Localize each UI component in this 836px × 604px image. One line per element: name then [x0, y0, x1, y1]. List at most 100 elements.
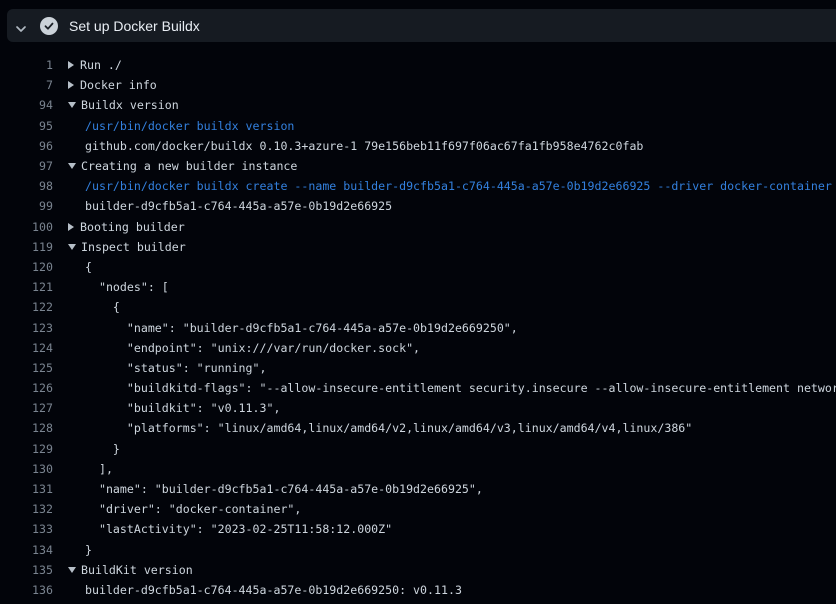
line-number[interactable]: 130	[0, 462, 53, 476]
line-number[interactable]: 125	[0, 361, 53, 375]
log-group-toggle[interactable]: Booting builder	[68, 220, 185, 234]
log-command-text: /usr/bin/docker buildx create --name bui…	[85, 179, 832, 193]
log-group-toggle[interactable]: Buildx version	[68, 98, 179, 112]
log-command-text: /usr/bin/docker buildx version	[85, 119, 294, 133]
line-number[interactable]: 127	[0, 401, 53, 415]
log-output-text: "platforms": "linux/amd64,linux/amd64/v2…	[85, 421, 692, 435]
log-group-row: 7 Docker info	[0, 75, 836, 95]
log-output-text: builder-d9cfb5a1-c764-445a-a57e-0b19d2e6…	[85, 199, 392, 213]
triangle-right-icon	[68, 223, 74, 231]
log-line-row: 95/usr/bin/docker buildx version	[0, 116, 836, 136]
line-number[interactable]: 95	[0, 119, 53, 133]
log-lines: 1 Run ./ 7 Docker info 94 Buildx version 95/us…	[0, 55, 836, 600]
log-group-toggle[interactable]: Run ./	[68, 58, 122, 72]
log-group-row: 119 Inspect builder	[0, 237, 836, 257]
log-output-text: "buildkit": "v0.11.3",	[85, 401, 280, 415]
line-number[interactable]: 96	[0, 139, 53, 153]
line-number[interactable]: 124	[0, 341, 53, 355]
log-group-title: Buildx version	[81, 98, 179, 112]
line-number[interactable]: 131	[0, 482, 53, 496]
log-group-title: Docker info	[80, 78, 157, 92]
log-line-row: 133 "lastActivity": "2023-02-25T11:58:12…	[0, 519, 836, 539]
log-output-text: "driver": "docker-container",	[85, 502, 301, 516]
log-group-title: Run ./	[80, 58, 122, 72]
log-output-text: }	[85, 543, 92, 557]
line-number[interactable]: 134	[0, 543, 53, 557]
log-line-row: 132 "driver": "docker-container",	[0, 499, 836, 519]
log-output-text: {	[85, 300, 120, 314]
log-group-title: Booting builder	[80, 220, 185, 234]
step-header[interactable]: Set up Docker Buildx	[7, 9, 836, 42]
line-number[interactable]: 126	[0, 381, 53, 395]
line-number[interactable]: 1	[0, 58, 53, 72]
log-line-row: 125 "status": "running",	[0, 358, 836, 378]
log-line-row: 124 "endpoint": "unix:///var/run/docker.…	[0, 338, 836, 358]
log-line-row: 128 "platforms": "linux/amd64,linux/amd6…	[0, 418, 836, 438]
log-group-row: 94 Buildx version	[0, 95, 836, 115]
line-number[interactable]: 133	[0, 522, 53, 536]
log-group-row: 97 Creating a new builder instance	[0, 156, 836, 176]
log-line-row: 130 ],	[0, 459, 836, 479]
line-number[interactable]: 99	[0, 199, 53, 213]
log-line-row: 129 }	[0, 439, 836, 459]
line-number[interactable]: 100	[0, 220, 53, 234]
log-output-text: "nodes": [	[85, 280, 169, 294]
log-group-toggle[interactable]: Docker info	[68, 78, 157, 92]
line-number[interactable]: 135	[0, 563, 53, 577]
log-line-row: 134}	[0, 540, 836, 560]
line-number[interactable]: 129	[0, 442, 53, 456]
check-circle-icon	[40, 17, 58, 35]
log-group-toggle[interactable]: BuildKit version	[68, 563, 193, 577]
line-number[interactable]: 7	[0, 78, 53, 92]
line-number[interactable]: 122	[0, 300, 53, 314]
log-output-text: "lastActivity": "2023-02-25T11:58:12.000…	[85, 522, 392, 536]
log-line-row: 98/usr/bin/docker buildx create --name b…	[0, 176, 836, 196]
step-title: Set up Docker Buildx	[69, 18, 200, 34]
log-group-toggle[interactable]: Inspect builder	[68, 240, 186, 254]
log-line-row: 120 {	[0, 257, 836, 277]
log-line-row: 122 {	[0, 297, 836, 317]
triangle-down-icon	[68, 102, 76, 108]
line-number[interactable]: 120	[0, 260, 53, 274]
log-line-row: 99 builder-d9cfb5a1-c764-445a-a57e-0b19d2…	[0, 196, 836, 216]
log-output-text: "name": "builder-d9cfb5a1-c764-445a-a57e…	[85, 482, 483, 496]
triangle-down-icon	[68, 567, 76, 573]
line-number[interactable]: 123	[0, 321, 53, 335]
line-number[interactable]: 94	[0, 98, 53, 112]
line-number[interactable]: 136	[0, 583, 53, 597]
chevron-down-icon[interactable]	[15, 20, 27, 32]
log-output-text: "status": "running",	[85, 361, 266, 375]
log-line-row: 126 "buildkitd-flags": "--allow-insecure…	[0, 378, 836, 398]
log-line-row: 131 "name": "builder-d9cfb5a1-c764-445a-…	[0, 479, 836, 499]
log-output-text: github.com/docker/buildx 0.10.3+azure-1 …	[85, 139, 643, 153]
triangle-down-icon	[68, 163, 76, 169]
line-number[interactable]: 132	[0, 502, 53, 516]
log-group-row: 100 Booting builder	[0, 217, 836, 237]
log-group-row: 1 Run ./	[0, 55, 836, 75]
log-line-row: 127 "buildkit": "v0.11.3",	[0, 398, 836, 418]
line-number[interactable]: 121	[0, 280, 53, 294]
log-group-title: BuildKit version	[81, 563, 193, 577]
log-group-row: 135 BuildKit version	[0, 560, 836, 580]
log-output-text: {	[85, 260, 92, 274]
log-output-text: ],	[85, 462, 113, 476]
log-output-text: builder-d9cfb5a1-c764-445a-a57e-0b19d2e6…	[85, 583, 462, 597]
log-output-text: "name": "builder-d9cfb5a1-c764-445a-a57e…	[85, 321, 518, 335]
log-group-toggle[interactable]: Creating a new builder instance	[68, 159, 297, 173]
log-output-text: "buildkitd-flags": "--allow-insecure-ent…	[85, 381, 836, 395]
log-line-row: 121 "nodes": [	[0, 277, 836, 297]
log-group-title: Inspect builder	[81, 240, 186, 254]
triangle-down-icon	[68, 244, 76, 250]
log-group-title: Creating a new builder instance	[81, 159, 297, 173]
log-line-row: 123 "name": "builder-d9cfb5a1-c764-445a-…	[0, 317, 836, 337]
line-number[interactable]: 98	[0, 179, 53, 193]
log-line-row: 136 builder-d9cfb5a1-c764-445a-a57e-0b19d…	[0, 580, 836, 600]
line-number[interactable]: 97	[0, 159, 53, 173]
triangle-right-icon	[68, 61, 74, 69]
log-output-text: "endpoint": "unix:///var/run/docker.sock…	[85, 341, 420, 355]
line-number[interactable]: 128	[0, 421, 53, 435]
log-output-text: }	[85, 442, 120, 456]
line-number[interactable]: 119	[0, 240, 53, 254]
triangle-right-icon	[68, 81, 74, 89]
log-line-row: 96 github.com/docker/buildx 0.10.3+azure-…	[0, 136, 836, 156]
